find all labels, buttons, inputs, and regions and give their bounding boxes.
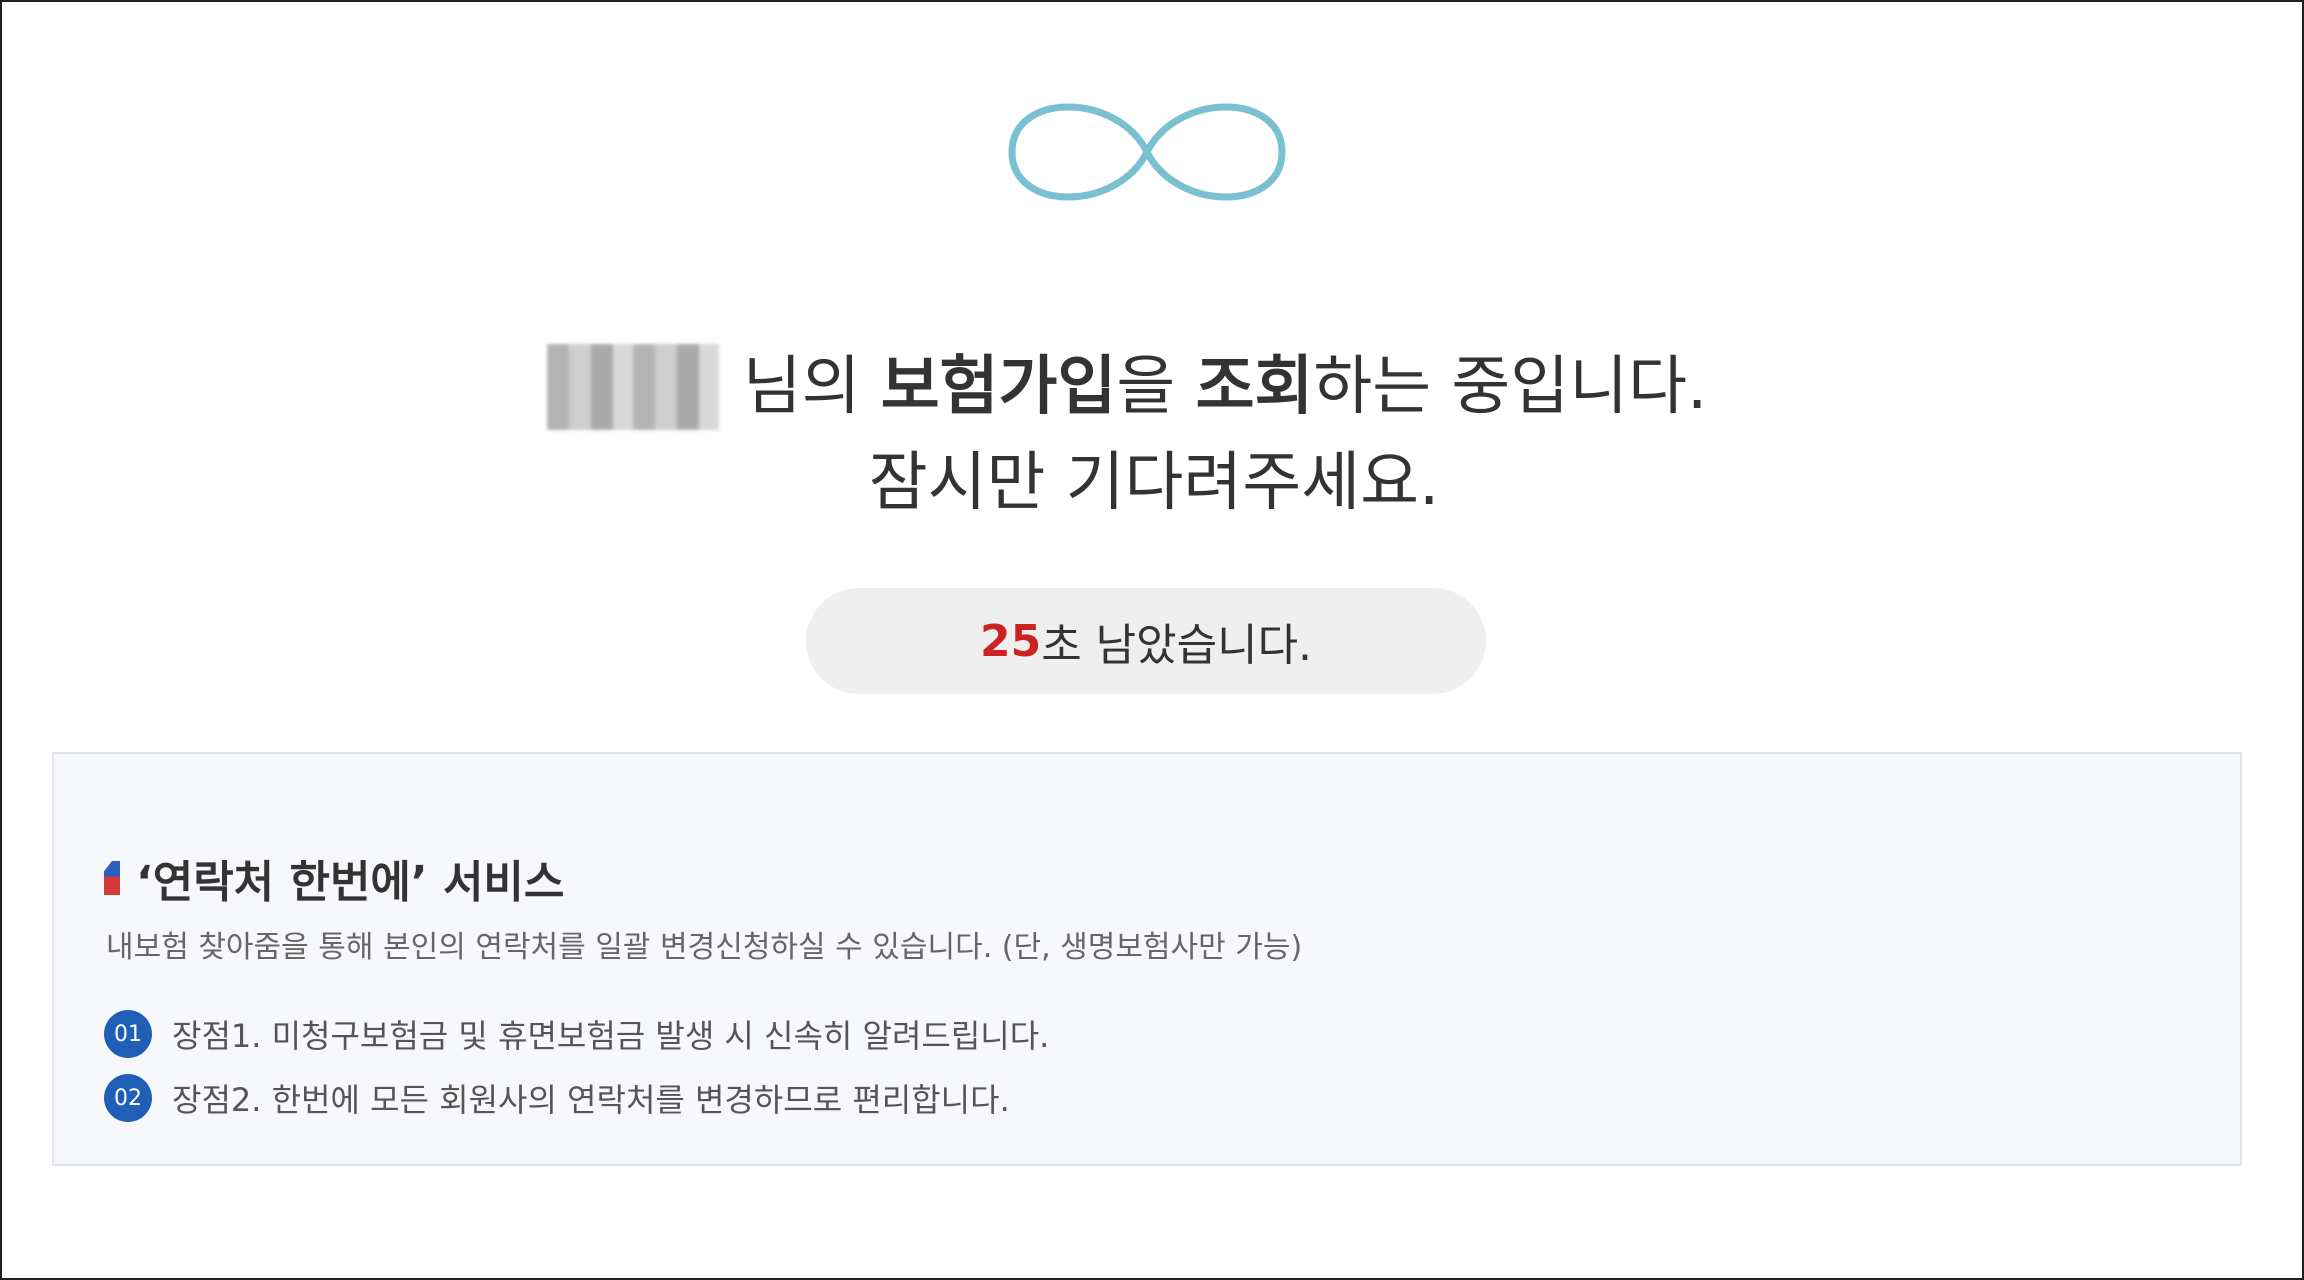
number-badge: 01	[104, 1010, 152, 1058]
benefit-list: 01 장점1. 미청구보험금 및 휴면보험금 발생 시 신속히 알려드립니다. …	[104, 1002, 1049, 1130]
benefit-item: 02 장점2. 한번에 모든 회원사의 연락처를 변경하므로 편리합니다.	[104, 1066, 1049, 1130]
page-frame: 님의 보험가입 을 조회 하는 중입니다. 잠시만 기다려주세요. 25 초 남았습니…	[0, 0, 2304, 1280]
name-suffix: 님의	[742, 350, 861, 424]
infinity-loader-icon	[1008, 103, 1286, 201]
flag-marker-icon	[104, 861, 120, 895]
action-label: 조회	[1195, 350, 1314, 424]
countdown-seconds: 25	[979, 615, 1042, 667]
benefit-item: 01 장점1. 미청구보험금 및 휴면보험금 발생 시 신속히 알려드립니다.	[104, 1002, 1049, 1066]
service-title-text: ‘연락처 한번에’ 서비스	[136, 857, 565, 908]
service-info-box: ‘연락처 한번에’ 서비스 내보험 찾아줌을 통해 본인의 연락처를 일괄 변경…	[52, 752, 2242, 1166]
benefit-text: 장점2. 한번에 모든 회원사의 연락처를 변경하므로 편리합니다.	[172, 1081, 1010, 1119]
number-badge: 02	[104, 1074, 152, 1122]
loading-message-line2: 잠시만 기다려주세요.	[868, 446, 1440, 520]
benefit-text: 장점1. 미청구보험금 및 휴면보험금 발생 시 신속히 알려드립니다.	[172, 1017, 1050, 1055]
service-description: 내보험 찾아줌을 통해 본인의 연락처를 일괄 변경신청하실 수 있습니다. (…	[106, 930, 1303, 965]
countdown-pill: 25 초 남았습니다.	[806, 588, 1486, 694]
service-title: ‘연락처 한번에’ 서비스	[104, 846, 564, 910]
ending: 하는 중입니다.	[1313, 350, 1708, 424]
loading-message: 님의 보험가입 을 조회 하는 중입니다. 잠시만 기다려주세요.	[2, 342, 2304, 528]
product-label: 보험가입	[880, 350, 1117, 424]
masked-user-name	[546, 344, 719, 430]
particle: 을	[1116, 350, 1176, 424]
countdown-text: 초 남았습니다.	[1041, 620, 1313, 671]
loading-message-line1: 님의 보험가입 을 조회 하는 중입니다.	[0, 342, 2304, 432]
